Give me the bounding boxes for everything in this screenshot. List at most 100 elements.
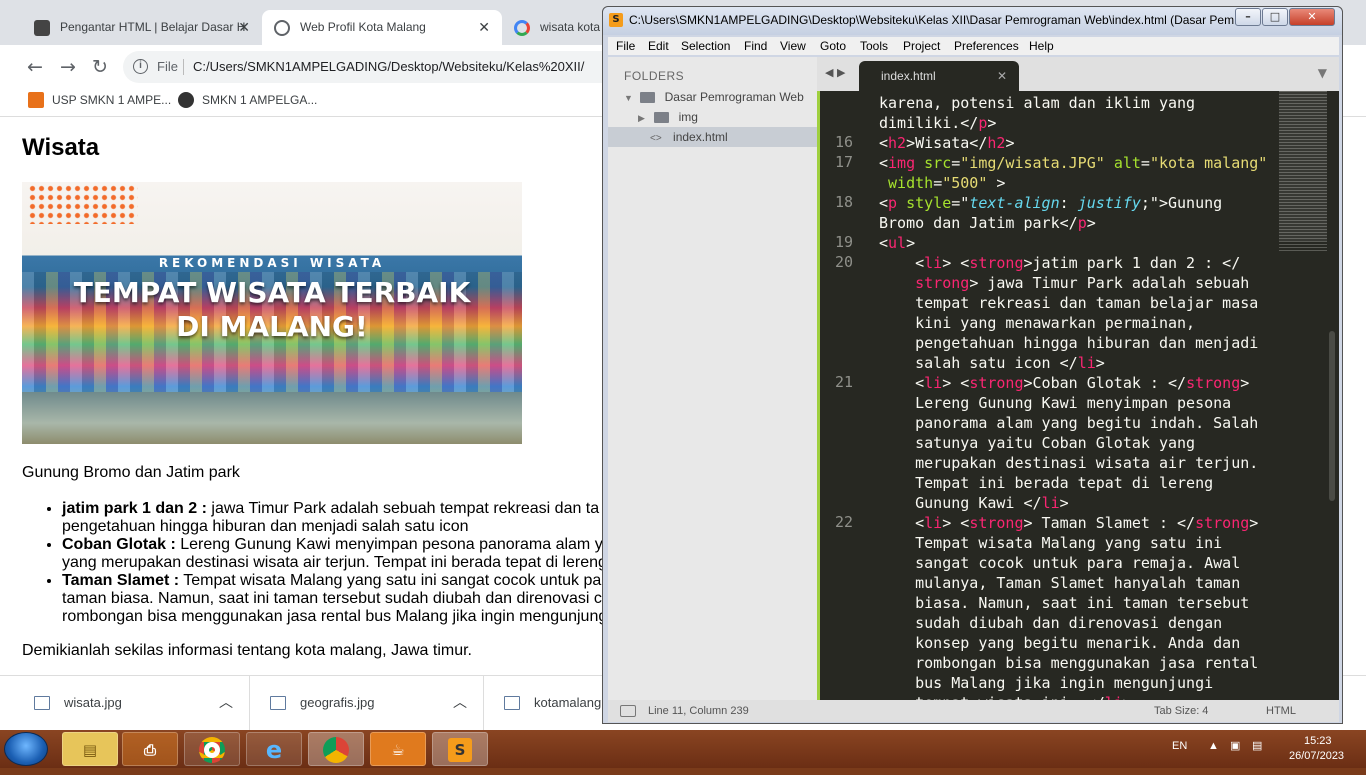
code-line[interactable]: satunya yaitu Coban Glotak yang bbox=[879, 433, 1195, 453]
chevron-up-icon[interactable]: ︿ bbox=[453, 692, 467, 712]
download-item[interactable]: geografis.jpg ︿ bbox=[250, 676, 484, 731]
menu-preferences[interactable]: Preferences bbox=[954, 37, 1019, 55]
info-icon[interactable]: i bbox=[133, 59, 148, 74]
code-line[interactable]: Bromo dan Jatim park</p> bbox=[879, 213, 1096, 233]
code-line[interactable]: konsep yang begitu menarik. Anda dan bbox=[879, 633, 1240, 653]
menu-selection[interactable]: Selection bbox=[681, 37, 730, 55]
menu-help[interactable]: Help bbox=[1029, 37, 1054, 55]
code-line[interactable]: Gunung Kawi </li> bbox=[879, 493, 1069, 513]
image-file-icon bbox=[270, 696, 286, 710]
code-line[interactable]: merupakan destinasi wisata air terjun. bbox=[879, 453, 1258, 473]
tab-close-icon[interactable]: ✕ bbox=[238, 10, 250, 45]
code-line[interactable]: karena, potensi alam dan iklim yang bbox=[879, 93, 1195, 113]
tab-menu-icon[interactable]: ▼ bbox=[1318, 66, 1327, 80]
minimize-button[interactable]: – bbox=[1235, 8, 1261, 26]
code-line[interactable]: biasa. Namun, saat ini taman tersebut bbox=[879, 593, 1249, 613]
bookmark-item[interactable]: USP SMKN 1 AMPE... bbox=[26, 89, 171, 111]
window-title: C:\Users\SMKN1AMPELGADING\Desktop\Websit… bbox=[629, 13, 1245, 27]
sublime-active-icon[interactable]: S bbox=[432, 732, 488, 766]
code-line[interactable]: tempat rekreasi dan taman belajar masa bbox=[879, 293, 1258, 313]
forward-icon[interactable]: → bbox=[56, 55, 80, 79]
sidebar-root-folder[interactable]: ▼ Dasar Pemrograman Web bbox=[608, 87, 817, 107]
code-line[interactable]: <h2>Wisata</h2> bbox=[879, 133, 1014, 153]
back-icon[interactable]: ← bbox=[23, 55, 47, 79]
java-icon[interactable]: ☕ bbox=[370, 732, 426, 766]
bookmark-favicon-icon bbox=[28, 92, 44, 108]
code-line[interactable]: <li> <strong>jatim park 1 dan 2 : </ bbox=[879, 253, 1240, 273]
editor-tab[interactable]: index.html ✕ bbox=[859, 61, 1019, 91]
code-line[interactable]: sangat cocok untuk para remaja. Awal bbox=[879, 553, 1240, 573]
code-line[interactable]: sudah diubah dan direnovasi dengan bbox=[879, 613, 1222, 633]
menu-file[interactable]: File bbox=[616, 37, 635, 55]
sidebar-file-index[interactable]: <> index.html bbox=[608, 127, 817, 147]
browser-tab[interactable]: Pengantar HTML | Belajar Dasar H ✕ bbox=[22, 10, 262, 45]
url-text[interactable]: C:/Users/SMKN1AMPELGADING/Desktop/Websit… bbox=[193, 51, 584, 83]
chrome-active-icon[interactable] bbox=[308, 732, 364, 766]
tray-arrow-icon[interactable]: ▲ bbox=[1208, 740, 1219, 752]
code-text[interactable]: karena, potensi alam dan iklim yang dimil… bbox=[879, 91, 1279, 700]
code-line[interactable]: Lereng Gunung Kawi menyimpan pesona bbox=[879, 393, 1231, 413]
panel-toggle-icon[interactable] bbox=[620, 705, 636, 717]
globe-icon bbox=[178, 92, 194, 108]
reload-icon[interactable]: ↻ bbox=[88, 55, 112, 79]
code-line[interactable]: <ul> bbox=[879, 233, 915, 253]
explorer-icon[interactable]: ▤ bbox=[62, 732, 118, 766]
code-line[interactable]: pengetahuan hingga hiburan dan menjadi bbox=[879, 333, 1258, 353]
code-line[interactable]: <img src="img/wisata.JPG" alt="kota mala… bbox=[879, 153, 1267, 173]
close-button[interactable]: ✕ bbox=[1289, 8, 1335, 26]
code-line[interactable]: kini yang menawarkan permainan, bbox=[879, 313, 1195, 333]
bookmark-item[interactable]: SMKN 1 AMPELGA... bbox=[176, 89, 317, 111]
menu-view[interactable]: View bbox=[780, 37, 806, 55]
code-line[interactable]: salah satu icon </li> bbox=[879, 353, 1105, 373]
browser-tab-active[interactable]: Web Profil Kota Malang ✕ bbox=[262, 10, 502, 45]
chevron-up-icon[interactable]: ︿ bbox=[219, 692, 233, 712]
tab-close-icon[interactable]: ✕ bbox=[997, 61, 1007, 91]
menu-find[interactable]: Find bbox=[744, 37, 767, 55]
code-line[interactable]: rombongan bisa menggunakan jasa rental bbox=[879, 653, 1258, 673]
menu-edit[interactable]: Edit bbox=[648, 37, 669, 55]
download-item[interactable]: kotamalang. bbox=[484, 676, 605, 731]
code-line[interactable]: strong> jawa Timur Park adalah sebuah bbox=[879, 273, 1249, 293]
code-line[interactable]: mulanya, Taman Slamet hanyalah taman bbox=[879, 573, 1240, 593]
network-icon[interactable]: ▤ bbox=[1252, 739, 1262, 752]
browser-tab[interactable]: wisata kota bbox=[502, 10, 602, 45]
chrome-icon[interactable] bbox=[184, 732, 240, 766]
minimap-viewport[interactable] bbox=[1279, 91, 1327, 241]
menu-tools[interactable]: Tools bbox=[860, 37, 888, 55]
vertical-scrollbar[interactable] bbox=[1329, 331, 1335, 501]
code-line[interactable]: <li> <strong>Coban Glotak : </strong> bbox=[879, 373, 1249, 393]
code-line[interactable]: Tempat wisata Malang yang satu ini bbox=[879, 533, 1222, 553]
triangle-down-icon: ▼ bbox=[624, 93, 633, 103]
dot-pattern bbox=[28, 184, 138, 224]
code-line[interactable]: panorama alam yang begitu indah. Salah bbox=[879, 413, 1258, 433]
code-line[interactable]: Tempat ini berada tepat di lereng bbox=[879, 473, 1213, 493]
code-line[interactable]: bus Malang jika ingin mengunjungi bbox=[879, 673, 1213, 693]
language-indicator[interactable]: EN bbox=[1172, 740, 1187, 752]
tab-size[interactable]: Tab Size: 4 bbox=[1154, 700, 1208, 722]
code-line[interactable]: dimiliki.</p> bbox=[879, 113, 996, 133]
download-item[interactable]: wisata.jpg ︿ bbox=[14, 676, 250, 731]
site-favicon-icon bbox=[34, 20, 50, 36]
code-line[interactable]: <p style="text-align: justify;">Gunung bbox=[879, 193, 1222, 213]
menu-project[interactable]: Project bbox=[903, 37, 940, 55]
pdf-app-icon[interactable]: ⎙ bbox=[122, 732, 178, 766]
ie-icon[interactable]: e bbox=[246, 732, 302, 766]
code-editor[interactable]: 16 17 18 19 20 21 22 karena, potensi ala… bbox=[817, 91, 1339, 700]
start-button[interactable] bbox=[4, 732, 48, 766]
folder-label: Dasar Pemrograman Web bbox=[664, 90, 804, 104]
clock-time[interactable]: 15:23 bbox=[1304, 735, 1332, 747]
action-center-icon[interactable]: ▣ bbox=[1230, 739, 1240, 752]
menu-goto[interactable]: Goto bbox=[820, 37, 846, 55]
hero-title-line1: TEMPAT WISATA TERBAIK bbox=[73, 276, 471, 309]
tab-nav-arrows-icon[interactable]: ◀ ▶ bbox=[825, 66, 845, 79]
syntax-mode[interactable]: HTML bbox=[1266, 700, 1296, 722]
code-line[interactable]: <li> <strong> Taman Slamet : </strong> bbox=[879, 513, 1258, 533]
code-line[interactable]: tempat wisata ini. </li> bbox=[879, 693, 1132, 700]
sidebar-folder-img[interactable]: ▶ img bbox=[608, 107, 817, 127]
tab-title: Web Profil Kota Malang bbox=[300, 20, 426, 34]
maximize-button[interactable]: □ bbox=[1262, 8, 1288, 26]
code-line[interactable]: width="500" > bbox=[879, 173, 1005, 193]
tab-close-icon[interactable]: ✕ bbox=[478, 10, 490, 45]
clock-date[interactable]: 26/07/2023 bbox=[1289, 750, 1344, 762]
window-title-bar[interactable]: S C:\Users\SMKN1AMPELGADING\Desktop\Webs… bbox=[603, 7, 1342, 35]
